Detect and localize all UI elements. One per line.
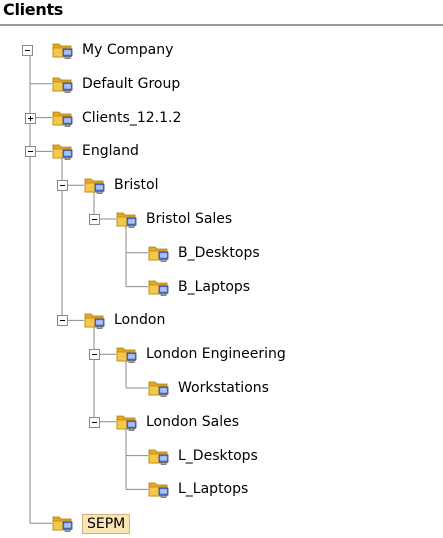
client-folder-icon[interactable] bbox=[148, 377, 170, 399]
tree-node-label[interactable]: Bristol bbox=[114, 176, 159, 194]
tree-node-label[interactable]: Default Group bbox=[82, 75, 180, 93]
collapse-icon[interactable] bbox=[22, 45, 33, 56]
client-folder-icon[interactable] bbox=[52, 107, 74, 129]
client-folder-icon[interactable] bbox=[52, 512, 74, 534]
tree-node-label[interactable]: London bbox=[114, 311, 165, 329]
tree-node-label[interactable]: B_Laptops bbox=[178, 278, 250, 296]
collapse-icon[interactable] bbox=[89, 349, 100, 361]
tree-node-label[interactable]: L_Laptops bbox=[178, 480, 248, 498]
client-folder-icon[interactable] bbox=[84, 174, 106, 196]
tree-node-label[interactable]: London Engineering bbox=[146, 345, 286, 363]
tree-node-label[interactable]: B_Desktops bbox=[178, 244, 260, 262]
collapse-icon[interactable] bbox=[57, 180, 68, 192]
client-folder-icon[interactable] bbox=[116, 208, 138, 230]
tree-node-label-selected[interactable]: SEPM bbox=[82, 514, 131, 535]
client-folder-icon[interactable] bbox=[148, 276, 170, 298]
tree-node-label[interactable]: London Sales bbox=[146, 413, 239, 431]
collapse-icon[interactable] bbox=[89, 416, 100, 428]
client-folder-icon[interactable] bbox=[116, 343, 138, 365]
tree-node-label[interactable]: Bristol Sales bbox=[146, 210, 232, 228]
client-folder-icon[interactable] bbox=[148, 242, 170, 264]
tree-node-label[interactable]: Workstations bbox=[178, 379, 269, 397]
collapse-icon[interactable] bbox=[25, 146, 36, 158]
client-folder-icon[interactable] bbox=[52, 73, 74, 95]
client-folder-icon[interactable] bbox=[148, 478, 170, 500]
collapse-icon[interactable] bbox=[57, 315, 68, 327]
tree-node-label[interactable]: My Company bbox=[82, 41, 173, 59]
collapse-icon[interactable] bbox=[89, 214, 100, 225]
client-folder-icon[interactable] bbox=[52, 140, 74, 162]
client-folder-icon[interactable] bbox=[148, 445, 170, 467]
client-folder-icon[interactable] bbox=[116, 411, 138, 433]
client-folder-icon[interactable] bbox=[52, 39, 74, 61]
tree-node-label[interactable]: L_Desktops bbox=[178, 447, 258, 465]
tree-node-label[interactable]: England bbox=[82, 142, 139, 160]
expand-icon[interactable] bbox=[25, 112, 36, 124]
tree-node-label[interactable]: Clients_12.1.2 bbox=[82, 109, 181, 127]
client-folder-icon[interactable] bbox=[84, 309, 106, 331]
